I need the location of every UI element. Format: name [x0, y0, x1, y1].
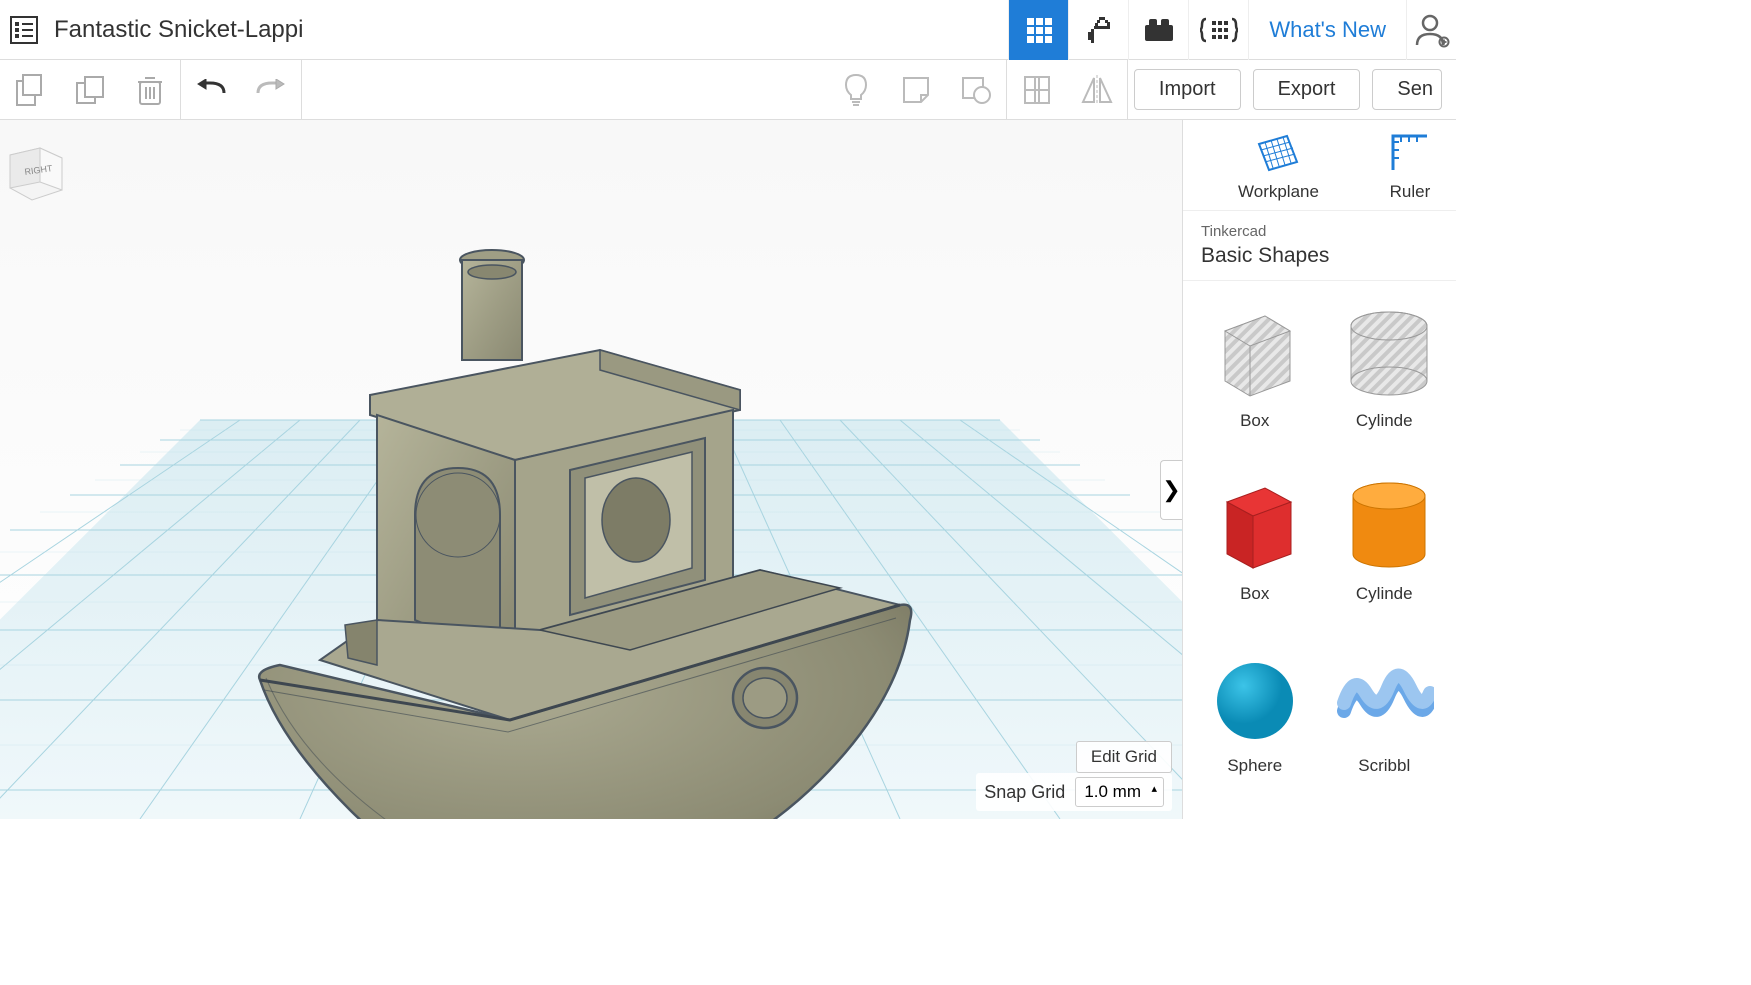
- workplane-icon: [1257, 132, 1299, 174]
- box-solid-icon: [1205, 474, 1305, 574]
- shape-label: Cylinde: [1356, 584, 1413, 604]
- cylinder-hole-icon: [1334, 301, 1434, 401]
- shape-category-selector[interactable]: Tinkercad Basic Shapes: [1183, 211, 1456, 281]
- group-button[interactable]: [1007, 60, 1067, 120]
- shape-label: Box: [1240, 584, 1269, 604]
- codeblocks-button[interactable]: [1188, 0, 1248, 60]
- cylinder-solid-icon: [1334, 474, 1434, 574]
- copy-button[interactable]: [0, 60, 60, 120]
- edit-grid-button[interactable]: Edit Grid: [1076, 741, 1172, 773]
- ruler-label: Ruler: [1390, 182, 1431, 202]
- ruler-icon: [1389, 132, 1431, 174]
- shape-label: Box: [1240, 411, 1269, 431]
- delete-button[interactable]: [120, 60, 180, 120]
- mirror-button[interactable]: [1067, 60, 1127, 120]
- project-title[interactable]: Fantastic Snicket-Lappi: [54, 16, 303, 44]
- paste-button[interactable]: [60, 60, 120, 120]
- redo-button[interactable]: [241, 60, 301, 120]
- whats-new-link[interactable]: What's New: [1248, 0, 1406, 60]
- import-button[interactable]: Import: [1134, 69, 1241, 110]
- hint-button[interactable]: [826, 60, 886, 120]
- shape-box-solid[interactable]: Box: [1195, 474, 1315, 627]
- scribble-icon: [1334, 651, 1434, 741]
- shape-cylinder-solid[interactable]: Cylinde: [1325, 474, 1445, 627]
- shape-scribble[interactable]: Scribbl: [1325, 646, 1445, 799]
- shape-cylinder-hole[interactable]: Cylinde: [1325, 301, 1445, 454]
- shape-label: Sphere: [1227, 756, 1282, 776]
- model-3d-boat[interactable]: [200, 220, 940, 819]
- design-view-button[interactable]: [1008, 0, 1068, 60]
- snap-grid-select[interactable]: 1.0 mm: [1075, 777, 1164, 807]
- shape-sphere[interactable]: Sphere: [1195, 646, 1315, 799]
- bricks-button[interactable]: [1128, 0, 1188, 60]
- snap-grid-control: Snap Grid 1.0 mm: [976, 773, 1172, 811]
- menu-icon[interactable]: [4, 10, 44, 50]
- user-icon[interactable]: [1406, 0, 1456, 60]
- shape-box-hole[interactable]: Box: [1195, 301, 1315, 454]
- view-cube[interactable]: RIGHT: [0, 140, 70, 210]
- export-button[interactable]: Export: [1253, 69, 1361, 110]
- box-hole-icon: [1205, 301, 1305, 401]
- workplane-label: Workplane: [1238, 182, 1319, 202]
- shape-label: Scribbl: [1358, 756, 1410, 776]
- visibility-button[interactable]: [946, 60, 1006, 120]
- category-title: Basic Shapes: [1201, 244, 1438, 268]
- panel-collapse-handle[interactable]: ❯: [1160, 460, 1182, 520]
- canvas-3d[interactable]: RIGHT: [0, 120, 1182, 819]
- sphere-icon: [1205, 651, 1305, 741]
- snap-grid-label: Snap Grid: [984, 782, 1065, 803]
- workplane-tool[interactable]: Workplane: [1238, 132, 1319, 202]
- notes-button[interactable]: [886, 60, 946, 120]
- shape-label: Cylinde: [1356, 411, 1413, 431]
- ruler-tool[interactable]: Ruler: [1389, 132, 1431, 202]
- send-to-button[interactable]: Sen: [1372, 69, 1442, 110]
- minecraft-button[interactable]: [1068, 0, 1128, 60]
- category-source: Tinkercad: [1201, 223, 1438, 240]
- undo-button[interactable]: [181, 60, 241, 120]
